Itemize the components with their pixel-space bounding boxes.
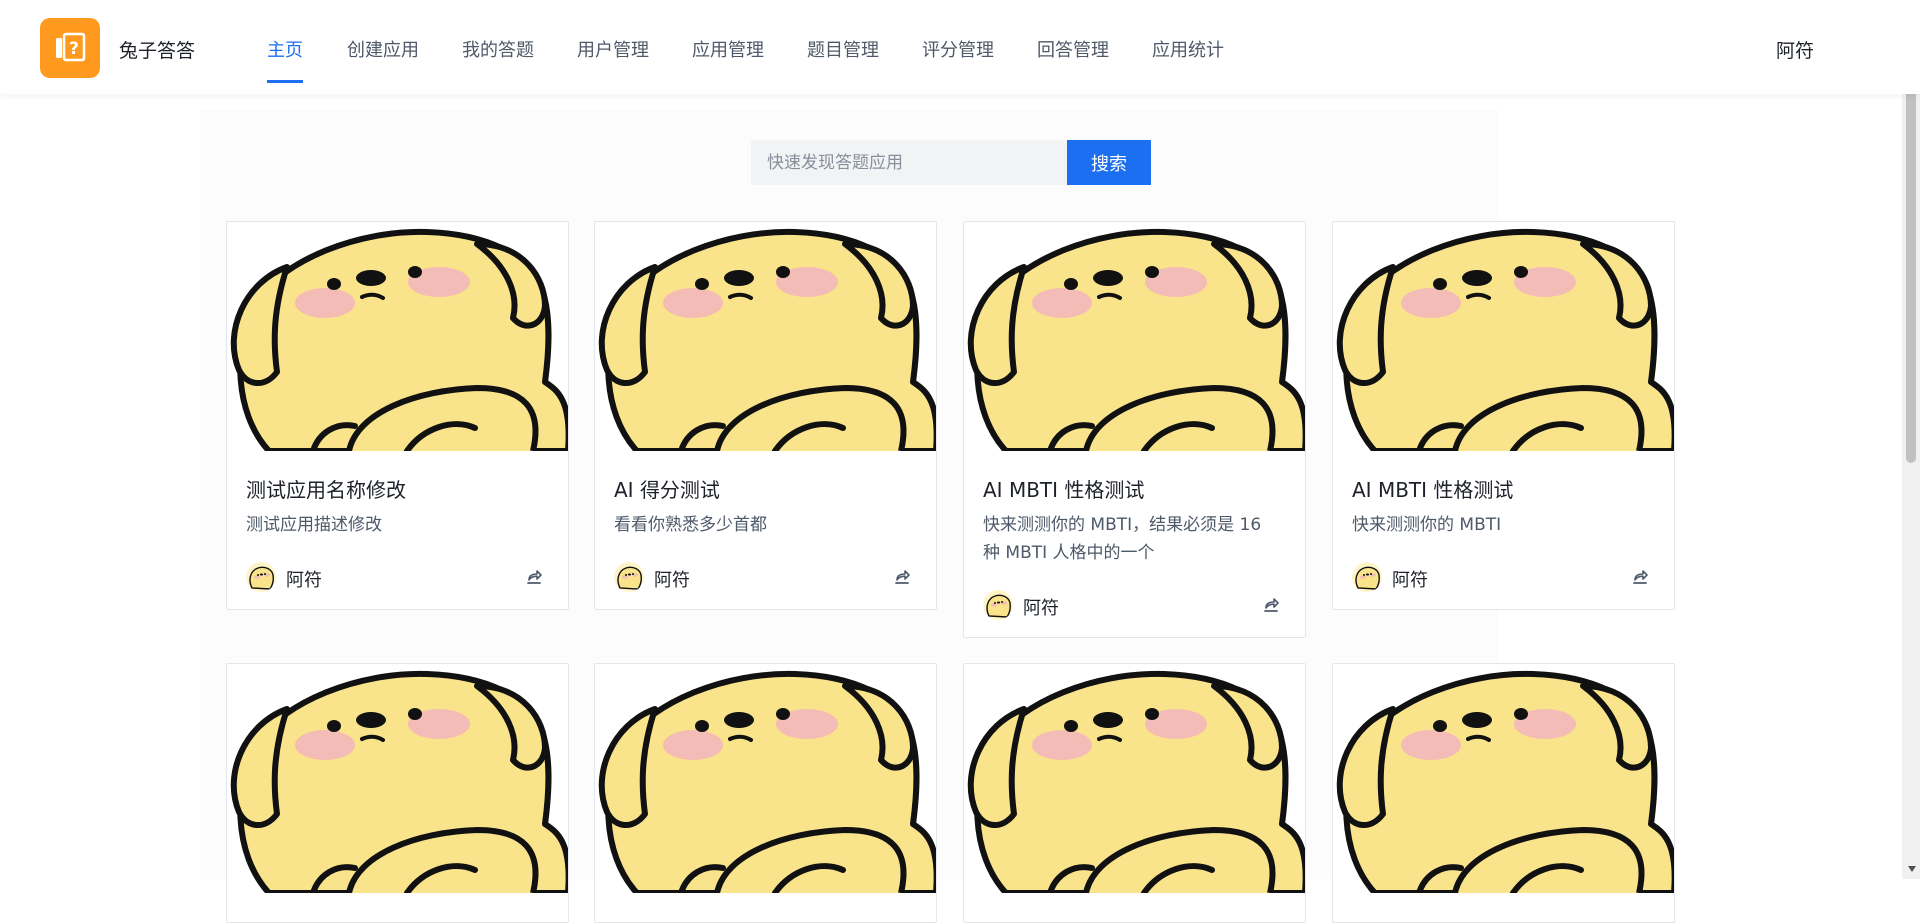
nav-item-user-management[interactable]: 用户管理: [577, 36, 649, 62]
card-cover-image: [964, 664, 1305, 893]
card-title: AI 得分测试: [614, 478, 720, 502]
nav-item-answer-management[interactable]: 回答管理: [1037, 36, 1109, 62]
active-nav-indicator: [267, 80, 303, 83]
card-cover-image: [595, 664, 936, 893]
app-card[interactable]: AI 得分测试 看看你熟悉多少首都 阿符: [594, 221, 937, 610]
card-cover-image: [227, 664, 568, 893]
search-input[interactable]: [751, 140, 1067, 185]
svg-text:?: ?: [69, 39, 79, 59]
app-card[interactable]: AI MBTI 性格测试 快来测测你的 MBTI，结果必须是 16 种 MBTI…: [963, 221, 1306, 638]
card-author: 阿符: [286, 570, 322, 591]
card-footer: 阿符: [983, 590, 1286, 622]
share-icon[interactable]: [525, 568, 543, 586]
brand-name[interactable]: 兔子答答: [119, 36, 195, 63]
question-book-icon: ?: [56, 32, 86, 62]
app-card[interactable]: [963, 663, 1306, 923]
app-card[interactable]: AI MBTI 性格测试 快来测测你的 MBTI 阿符: [1332, 221, 1675, 610]
app-card[interactable]: [226, 663, 569, 923]
app-logo-icon[interactable]: ?: [40, 18, 100, 78]
nav-item-scoring-management[interactable]: 评分管理: [922, 36, 994, 62]
share-icon[interactable]: [1262, 596, 1280, 614]
card-footer: 阿符: [1352, 562, 1655, 594]
user-menu[interactable]: 阿符: [1776, 36, 1814, 63]
card-description: 快来测测你的 MBTI: [1352, 515, 1502, 535]
app-card[interactable]: [1332, 663, 1675, 923]
page-scrollbar[interactable]: [1902, 0, 1920, 879]
share-icon[interactable]: [1631, 568, 1649, 586]
card-author: 阿符: [1392, 570, 1428, 591]
search-button[interactable]: 搜索: [1067, 140, 1151, 185]
card-title: AI MBTI 性格测试: [1352, 478, 1514, 502]
card-cover-image: [595, 222, 936, 451]
avatar: [246, 562, 276, 592]
app-card[interactable]: [594, 663, 937, 923]
scroll-down-icon[interactable]: [1908, 866, 1916, 872]
nav-item-app-management[interactable]: 应用管理: [692, 36, 764, 62]
avatar: [983, 590, 1013, 620]
app-card[interactable]: 测试应用名称修改 测试应用描述修改 阿符: [226, 221, 569, 610]
card-cover-image: [1333, 222, 1674, 451]
card-cover-image: [227, 222, 568, 451]
nav-item-create-app[interactable]: 创建应用: [347, 36, 419, 62]
nav-item-home[interactable]: 主页: [267, 36, 303, 62]
avatar: [614, 562, 644, 592]
card-description: 快来测测你的 MBTI，结果必须是 16 种 MBTI 人格中的一个: [983, 515, 1262, 563]
nav-item-my-answers[interactable]: 我的答题: [462, 36, 534, 62]
card-title: AI MBTI 性格测试: [983, 478, 1145, 502]
card-description: 测试应用描述修改: [246, 515, 382, 535]
card-footer: 阿符: [246, 562, 549, 594]
card-title: 测试应用名称修改: [246, 478, 406, 502]
avatar: [1352, 562, 1382, 592]
card-footer: 阿符: [614, 562, 917, 594]
nav-item-question-management[interactable]: 题目管理: [807, 36, 879, 62]
share-icon[interactable]: [893, 568, 911, 586]
nav-item-app-statistics[interactable]: 应用统计: [1152, 36, 1224, 62]
card-cover-image: [1333, 664, 1674, 893]
card-author: 阿符: [654, 570, 690, 591]
card-cover-image: [964, 222, 1305, 451]
card-description: 看看你熟悉多少首都: [614, 515, 767, 535]
top-header: ? 兔子答答 主页 创建应用 我的答题 用户管理 应用管理 题目管理 评分管理 …: [0, 0, 1920, 94]
card-author: 阿符: [1023, 598, 1059, 619]
